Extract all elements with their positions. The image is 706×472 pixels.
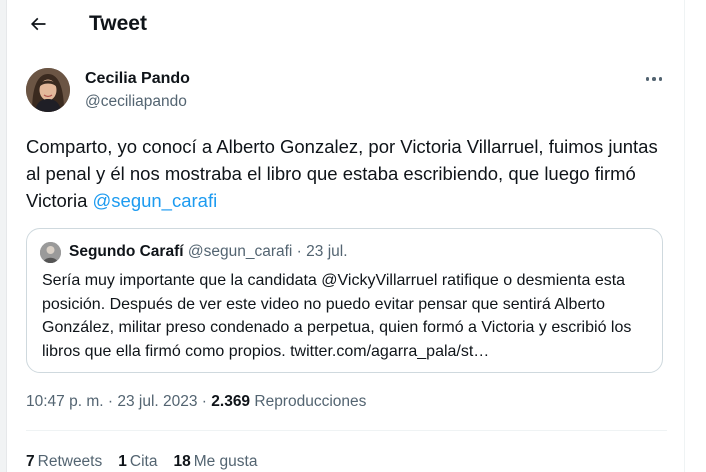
quoted-tweet[interactable]: Segundo Carafí @segun_carafi · 23 jul. S… <box>26 228 663 373</box>
avatar[interactable] <box>26 68 70 112</box>
tweet-text: Comparto, yo conocí a Alberto Gonzalez, … <box>26 133 666 214</box>
likes-label: Me gusta <box>193 453 258 470</box>
engagement-stats: 7 Retweets 1 Cita 18 Me gusta <box>26 453 273 471</box>
likes-stat[interactable]: 18 Me gusta <box>173 453 257 471</box>
tweet-time[interactable]: 10:47 p. m. <box>26 393 104 410</box>
arrow-left-icon <box>30 17 46 31</box>
retweets-count: 7 <box>26 453 35 470</box>
quotes-stat[interactable]: 1 Cita <box>118 453 157 471</box>
more-button[interactable] <box>643 70 665 88</box>
quote-header: Segundo Carafí @segun_carafi · 23 jul. <box>69 243 348 261</box>
views-label: Reproducciones <box>254 393 367 410</box>
retweets-label: Retweets <box>37 453 103 470</box>
quotes-count: 1 <box>118 453 127 470</box>
profile-photo <box>26 68 70 112</box>
retweets-stat[interactable]: 7 Retweets <box>26 453 102 471</box>
tweet-metadata: 10:47 p. m. · 23 jul. 2023 · 2.369 Repro… <box>26 393 366 411</box>
quote-author-name: Segundo Carafí <box>69 243 184 260</box>
quote-date: 23 jul. <box>306 243 348 260</box>
back-button[interactable] <box>27 13 49 35</box>
more-dot <box>658 77 663 81</box>
more-horizontal-icon <box>645 77 650 81</box>
likes-count: 18 <box>173 453 191 470</box>
page-header: Tweet <box>7 0 684 50</box>
author-handle[interactable]: @ceciliapando <box>85 93 187 111</box>
quote-profile-photo <box>40 242 61 263</box>
quote-author-handle: @segun_carafi <box>187 243 293 260</box>
divider <box>26 430 667 431</box>
views-count: 2.369 <box>211 393 251 410</box>
more-dot <box>652 77 656 81</box>
quotes-label: Cita <box>129 453 158 470</box>
quote-avatar[interactable] <box>40 242 61 263</box>
window-left-edge <box>0 0 7 472</box>
meta-separator: · <box>103 393 118 410</box>
meta-separator-2: · <box>197 393 212 410</box>
tweet-detail: Cecilia Pando @ceciliapando Comparto, yo… <box>7 50 684 472</box>
window-right-edge <box>684 0 706 472</box>
tweet-date[interactable]: 23 jul. 2023 <box>117 393 197 410</box>
page-title: Tweet <box>89 12 147 35</box>
mention-link[interactable]: @segun_carafi <box>93 190 218 211</box>
author-name[interactable]: Cecilia Pando <box>85 70 190 88</box>
quote-text: Sería muy importante que la candidata @V… <box>42 272 632 360</box>
quote-separator: · <box>292 243 307 260</box>
